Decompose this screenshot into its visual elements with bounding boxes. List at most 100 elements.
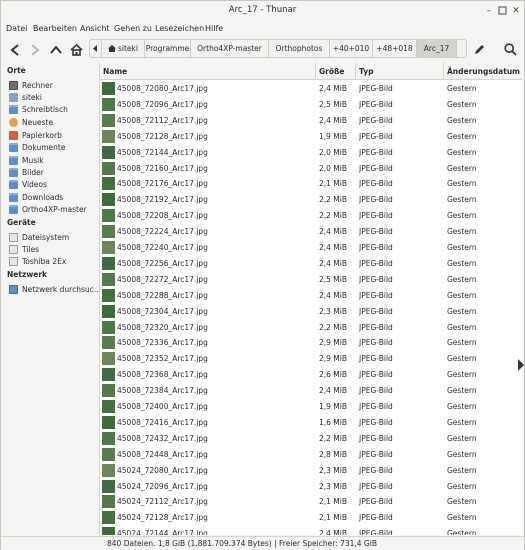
image-thumbnail-icon — [102, 336, 115, 350]
breadcrumb-orthophotos[interactable]: Orthophotos — [269, 40, 330, 57]
breadcrumb-siteki[interactable]: siteki — [102, 40, 145, 57]
file-row[interactable]: 45024_72128_Arc17.jpg 2,1 MiB JPEG-Bild Ges… — [100, 510, 522, 526]
menu-bearbeiten[interactable]: Bearbeiten — [33, 24, 77, 33]
sidebar-item-toshiba-2ex[interactable]: Toshiba 2Ex — [9, 255, 99, 267]
file-size: 2,4 MiB — [319, 84, 348, 93]
file-row[interactable]: 45008_72416_Arc17.jpg 1,6 MiB JPEG-Bild Ges… — [100, 415, 522, 431]
file-type: JPEG-Bild — [359, 290, 393, 300]
file-size: 2,0 MiB — [319, 147, 348, 157]
file-date: Gestern — [447, 465, 477, 475]
file-name: 45008_72384_Arc17.jpg — [117, 386, 208, 396]
file-row[interactable]: 45008_72096_Arc17.jpg 2,5 MiB JPEG-Bild Ges… — [100, 97, 522, 113]
image-thumbnail-icon — [102, 145, 115, 159]
column-header-size[interactable]: Größe — [316, 63, 356, 80]
file-row[interactable]: 45008_72256_Arc17.jpg 2,4 MiB JPEG-Bild Ges… — [100, 256, 522, 272]
home-icon[interactable] — [68, 41, 85, 58]
sidebar-item-tiles[interactable]: Tiles — [9, 243, 99, 255]
maximize-icon[interactable] — [497, 6, 507, 16]
close-icon[interactable]: ✕ — [511, 6, 521, 16]
file-row[interactable]: 45008_72224_Arc17.jpg 2,4 MiB JPEG-Bild Ges… — [100, 224, 522, 240]
file-row[interactable]: 45008_72400_Arc17.jpg 1,9 MiB JPEG-Bild Ges… — [100, 399, 522, 415]
column-header-name[interactable]: Name — [100, 63, 316, 80]
file-row[interactable]: 45008_72112_Arc17.jpg 2,4 MiB JPEG-Bild Ges… — [100, 113, 522, 129]
back-icon[interactable] — [6, 41, 23, 58]
breadcrumb-48-018[interactable]: +48+018 — [373, 40, 417, 57]
sidebar-item-ortho4xp-master[interactable]: Ortho4XP-master — [9, 203, 99, 215]
sidebar-item-downloads[interactable]: Downloads — [9, 191, 99, 203]
file-row[interactable]: 45008_72080_Arc17.jpg 2,4 MiB JPEG-Bild Ges… — [100, 81, 522, 97]
file-row[interactable]: 45008_72128_Arc17.jpg 1,9 MiB JPEG-Bild Ges… — [100, 129, 522, 145]
column-header-type[interactable]: Typ — [356, 63, 444, 80]
file-row[interactable]: 45008_72384_Arc17.jpg 2,4 MiB JPEG-Bild Ges… — [100, 383, 522, 399]
file-row[interactable]: 45008_72352_Arc17.jpg 2,9 MiB JPEG-Bild Ges… — [100, 351, 522, 367]
search-icon[interactable] — [502, 41, 519, 58]
column-header-date[interactable]: Änderungsdatum — [444, 63, 522, 80]
file-size: 2,1 MiB — [319, 179, 348, 189]
image-thumbnail-icon — [102, 527, 115, 535]
image-thumbnail-icon — [102, 479, 115, 493]
file-row[interactable]: 45024_72144_Arc17.jpg 2,4 MiB JPEG-Bild Ges… — [100, 526, 522, 535]
breadcrumb-programme[interactable]: Programme — [145, 40, 191, 57]
file-row[interactable]: 45008_72304_Arc17.jpg 2,3 MiB JPEG-Bild Ges… — [100, 304, 522, 320]
scroll-expand-icon[interactable] — [518, 359, 524, 371]
file-row[interactable]: 45008_72288_Arc17.jpg 2,4 MiB JPEG-Bild Ges… — [100, 288, 522, 304]
file-row[interactable]: 45008_72336_Arc17.jpg 2,9 MiB JPEG-Bild Ges… — [100, 335, 522, 351]
file-name: 45008_72368_Arc17.jpg — [117, 370, 208, 380]
menu-datei[interactable]: Datei — [6, 24, 27, 33]
sidebar-item-schreibtisch[interactable]: Schreibtisch — [9, 103, 99, 115]
folder-icon — [9, 167, 18, 177]
minimize-icon[interactable]: – — [484, 6, 494, 16]
sidebar-item-rechner[interactable]: Rechner — [9, 79, 99, 91]
menu-lesezeichen[interactable]: Lesezeichen — [155, 24, 204, 33]
file-row[interactable]: 45008_72368_Arc17.jpg 2,6 MiB JPEG-Bild Ges… — [100, 367, 522, 383]
file-row[interactable]: 45008_72320_Arc17.jpg 2,2 MiB JPEG-Bild Ges… — [100, 320, 522, 336]
file-date: Gestern — [447, 258, 477, 268]
breadcrumb-40-010[interactable]: +40+010 — [330, 40, 373, 57]
file-size: 2,9 MiB — [319, 338, 348, 348]
file-name: 45024_72080_Arc17.jpg — [117, 465, 208, 475]
breadcrumb-scroll-left-icon[interactable] — [90, 40, 102, 57]
file-row[interactable]: 45008_72160_Arc17.jpg 2,0 MiB JPEG-Bild Ges… — [100, 161, 522, 177]
file-row[interactable]: 45024_72080_Arc17.jpg 2,3 MiB JPEG-Bild Ges… — [100, 463, 522, 479]
menu-gehen-zu[interactable]: Gehen zu — [114, 24, 152, 33]
file-row[interactable]: 45024_72112_Arc17.jpg 2,1 MiB JPEG-Bild Ges… — [100, 494, 522, 510]
sidebar-item-bilder[interactable]: Bilder — [9, 166, 99, 178]
edit-location-icon[interactable] — [471, 41, 488, 58]
menu-ansicht[interactable]: Ansicht — [80, 24, 110, 33]
file-name: 45008_72192_Arc17.jpg — [117, 195, 208, 205]
parent-folder-icon[interactable] — [47, 41, 64, 58]
file-type: JPEG-Bild — [359, 481, 393, 491]
computer-icon — [9, 80, 18, 90]
file-type: JPEG-Bild — [359, 274, 393, 284]
menu-hilfe[interactable]: Hilfe — [205, 24, 223, 33]
file-row[interactable]: 45008_72272_Arc17.jpg 2,5 MiB JPEG-Bild Ges… — [100, 272, 522, 288]
forward-icon[interactable] — [26, 41, 43, 58]
file-size: 2,5 MiB — [319, 99, 348, 109]
file-row[interactable]: 45008_72432_Arc17.jpg 2,2 MiB JPEG-Bild Ges… — [100, 431, 522, 447]
file-row[interactable]: 45008_72144_Arc17.jpg 2,0 MiB JPEG-Bild Ges… — [100, 145, 522, 161]
file-row[interactable]: 45008_72448_Arc17.jpg 2,8 MiB JPEG-Bild Ges… — [100, 447, 522, 463]
folder-icon — [9, 142, 18, 152]
sidebar-item-musik[interactable]: Musik — [9, 154, 99, 166]
file-type: JPEG-Bild — [359, 402, 393, 411]
file-row[interactable]: 45008_72240_Arc17.jpg 2,4 MiB JPEG-Bild Ges… — [100, 240, 522, 256]
title-bar[interactable]: Arc_17 - Thunar – ✕ — [1, 1, 524, 21]
sidebar-item-videos[interactable]: Videos — [9, 178, 99, 190]
image-thumbnail-icon — [102, 352, 115, 366]
file-row[interactable]: 45008_72176_Arc17.jpg 2,1 MiB JPEG-Bild Ges… — [100, 176, 522, 192]
sidebar-item-dateisystem[interactable]: Dateisystem — [9, 231, 99, 243]
sidebar-item-netzwerk-durchsuchen[interactable]: Netzwerk durchsuc... — [9, 283, 99, 295]
breadcrumb-ortho4xp-master[interactable]: Ortho4XP-master — [191, 40, 269, 57]
sidebar-item-siteki[interactable]: siteki — [9, 91, 99, 103]
sidebar-item-label: Dokumente — [22, 142, 66, 152]
file-row[interactable]: 45008_72192_Arc17.jpg 2,2 MiB JPEG-Bild Ges… — [100, 192, 522, 208]
sidebar-item-dokumente[interactable]: Dokumente — [9, 141, 99, 153]
file-row[interactable]: 45024_72096_Arc17.jpg 2,3 MiB JPEG-Bild Ges… — [100, 479, 522, 495]
breadcrumb-arc17[interactable]: Arc_17 — [417, 40, 457, 57]
menu-bar: Datei Bearbeiten Ansicht Gehen zu Leseze… — [1, 21, 524, 38]
sidebar-item-neueste[interactable]: Neueste — [9, 116, 99, 128]
file-name: 45008_72160_Arc17.jpg — [117, 163, 208, 173]
sidebar-item-papierkorb[interactable]: Papierkorb — [9, 129, 99, 141]
file-name: 45008_72448_Arc17.jpg — [117, 449, 208, 459]
file-row[interactable]: 45008_72208_Arc17.jpg 2,2 MiB JPEG-Bild Ges… — [100, 208, 522, 224]
